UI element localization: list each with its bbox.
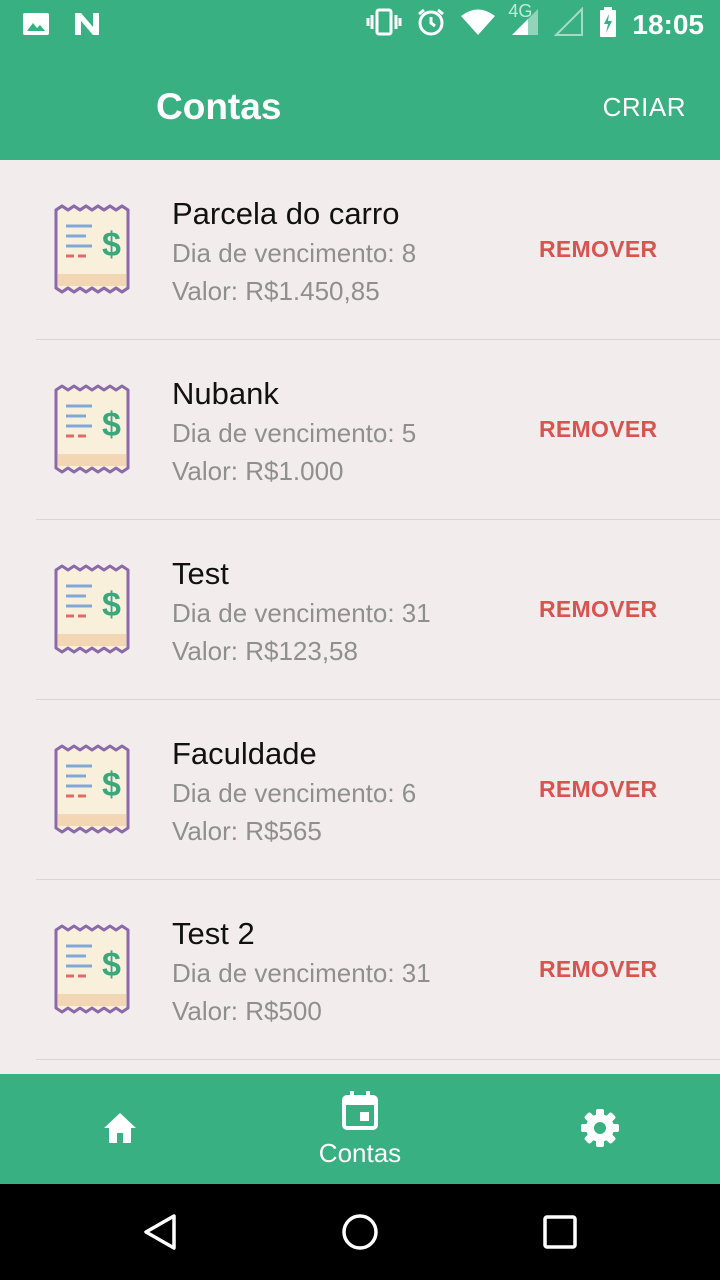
receipt-icon: $ <box>52 924 132 1014</box>
account-value: Valor: R$1.450,85 <box>172 276 380 306</box>
account-name: Test <box>172 556 229 591</box>
receipt-icon: $ <box>52 384 132 474</box>
image-icon <box>22 10 50 43</box>
svg-text:$: $ <box>102 406 121 444</box>
account-due-day: Dia de vencimento: 6 <box>172 778 417 808</box>
account-name: Parcela do carro <box>172 196 400 231</box>
signal-icon <box>510 9 540 41</box>
account-value: Valor: R$565 <box>172 816 322 846</box>
nav-settings[interactable] <box>480 1074 720 1184</box>
list-item[interactable]: $ Faculdade Dia de vencimento: 6 Valor: … <box>36 700 720 880</box>
receipt-icon: $ <box>52 564 132 654</box>
account-due-day: Dia de vencimento: 31 <box>172 958 431 988</box>
wifi-icon <box>460 8 496 41</box>
receipt-icon: $ <box>52 204 132 294</box>
nav-home[interactable] <box>0 1074 240 1184</box>
signal-empty-icon <box>553 6 584 42</box>
account-due-day: Dia de vencimento: 5 <box>172 418 417 448</box>
account-name: Faculdade <box>172 736 317 771</box>
app-bar: Contas CRIAR <box>0 48 720 160</box>
bottom-navigation: Contas <box>0 1074 720 1184</box>
list-item[interactable]: $ Nubank Dia de vencimento: 5 Valor: R$1… <box>36 340 720 520</box>
account-due-day: Dia de vencimento: 8 <box>172 238 417 268</box>
account-value: Valor: R$500 <box>172 996 322 1026</box>
nav-contas-label: Contas <box>318 1138 402 1168</box>
list-item[interactable]: $ Test Dia de vencimento: 31 Valor: R$12… <box>36 520 720 700</box>
account-name: Nubank <box>172 376 279 411</box>
status-clock: 18:05 <box>632 8 704 40</box>
accounts-list: $ Parcela do carro Dia de vencimento: 8 … <box>0 160 720 1074</box>
remove-button[interactable]: REMOVER <box>539 776 657 803</box>
nav-contas[interactable]: Contas <box>240 1074 480 1184</box>
page-title: Contas <box>156 86 282 127</box>
vibrate-icon <box>366 7 402 42</box>
list-item[interactable]: $ Parcela do carro Dia de vencimento: 8 … <box>36 160 720 340</box>
system-navigation-bar <box>0 1184 720 1280</box>
list-item[interactable]: $ Test 2 Dia de vencimento: 31 Valor: R$… <box>36 880 720 1060</box>
n-icon <box>72 10 102 43</box>
remove-button[interactable]: REMOVER <box>539 596 657 623</box>
create-button[interactable]: CRIAR <box>603 92 686 123</box>
status-bar: 4G 18:05 <box>0 0 720 48</box>
remove-button[interactable]: REMOVER <box>539 416 657 443</box>
account-value: Valor: R$123,58 <box>172 636 358 666</box>
network-type: 4G <box>508 1 533 21</box>
svg-text:$: $ <box>102 766 121 804</box>
svg-text:$: $ <box>102 586 121 624</box>
remove-button[interactable]: REMOVER <box>539 956 657 983</box>
alarm-icon <box>416 7 446 42</box>
account-name: Test 2 <box>172 916 255 951</box>
receipt-icon: $ <box>52 744 132 834</box>
account-due-day: Dia de vencimento: 31 <box>172 598 431 628</box>
svg-text:$: $ <box>102 226 121 264</box>
account-value: Valor: R$1.000 <box>172 456 344 486</box>
battery-charging-icon <box>598 6 618 43</box>
svg-text:$: $ <box>102 946 121 984</box>
remove-button[interactable]: REMOVER <box>539 236 657 263</box>
